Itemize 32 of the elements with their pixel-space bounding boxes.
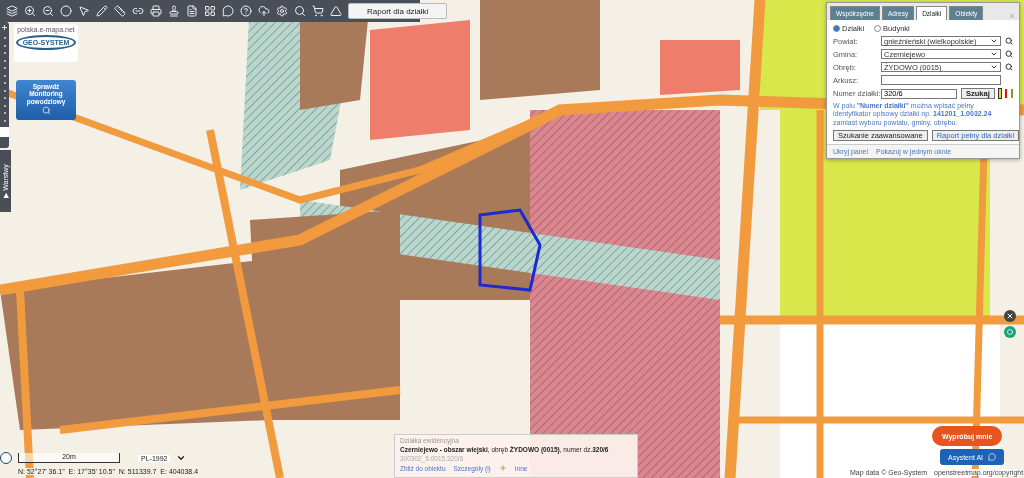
layers-icon[interactable] xyxy=(6,5,18,17)
pointer-icon[interactable] xyxy=(78,5,90,17)
help-icon[interactable] xyxy=(240,5,252,17)
ruler-icon[interactable] xyxy=(114,5,126,17)
print-icon[interactable] xyxy=(150,5,162,17)
chevron-icon[interactable] xyxy=(176,453,187,463)
input-field[interactable] xyxy=(881,75,1001,85)
cart-icon[interactable] xyxy=(312,5,324,17)
cloud-icon[interactable] xyxy=(258,5,270,17)
stamp-icon[interactable] xyxy=(168,5,180,17)
settings-icon[interactable] xyxy=(276,5,288,17)
search-icon xyxy=(41,106,51,116)
grid-icon[interactable] xyxy=(204,5,216,17)
search-icon[interactable] xyxy=(294,5,306,17)
search-icon[interactable] xyxy=(1005,37,1013,45)
color-swatch[interactable] xyxy=(998,89,1001,98)
circle-icon[interactable] xyxy=(60,5,72,17)
speech-bubble-icon xyxy=(988,453,997,461)
zoom-in-icon[interactable] xyxy=(24,5,36,17)
color-swatch[interactable] xyxy=(1010,89,1013,98)
zoom-in-icon[interactable] xyxy=(1,24,8,31)
zoom-handle[interactable] xyxy=(0,127,9,137)
triangle-icon[interactable] xyxy=(330,5,342,17)
pencil-icon[interactable] xyxy=(96,5,108,17)
link-icon[interactable] xyxy=(132,5,144,17)
search-icon[interactable] xyxy=(1005,63,1013,71)
document-icon[interactable] xyxy=(186,5,198,17)
search-icon[interactable] xyxy=(1005,50,1013,58)
color-swatch[interactable] xyxy=(1004,89,1007,98)
report-button[interactable]: Raport dla działki xyxy=(348,3,448,19)
zoom-out-icon[interactable] xyxy=(42,5,54,17)
speech-bubble-icon[interactable] xyxy=(222,5,234,17)
